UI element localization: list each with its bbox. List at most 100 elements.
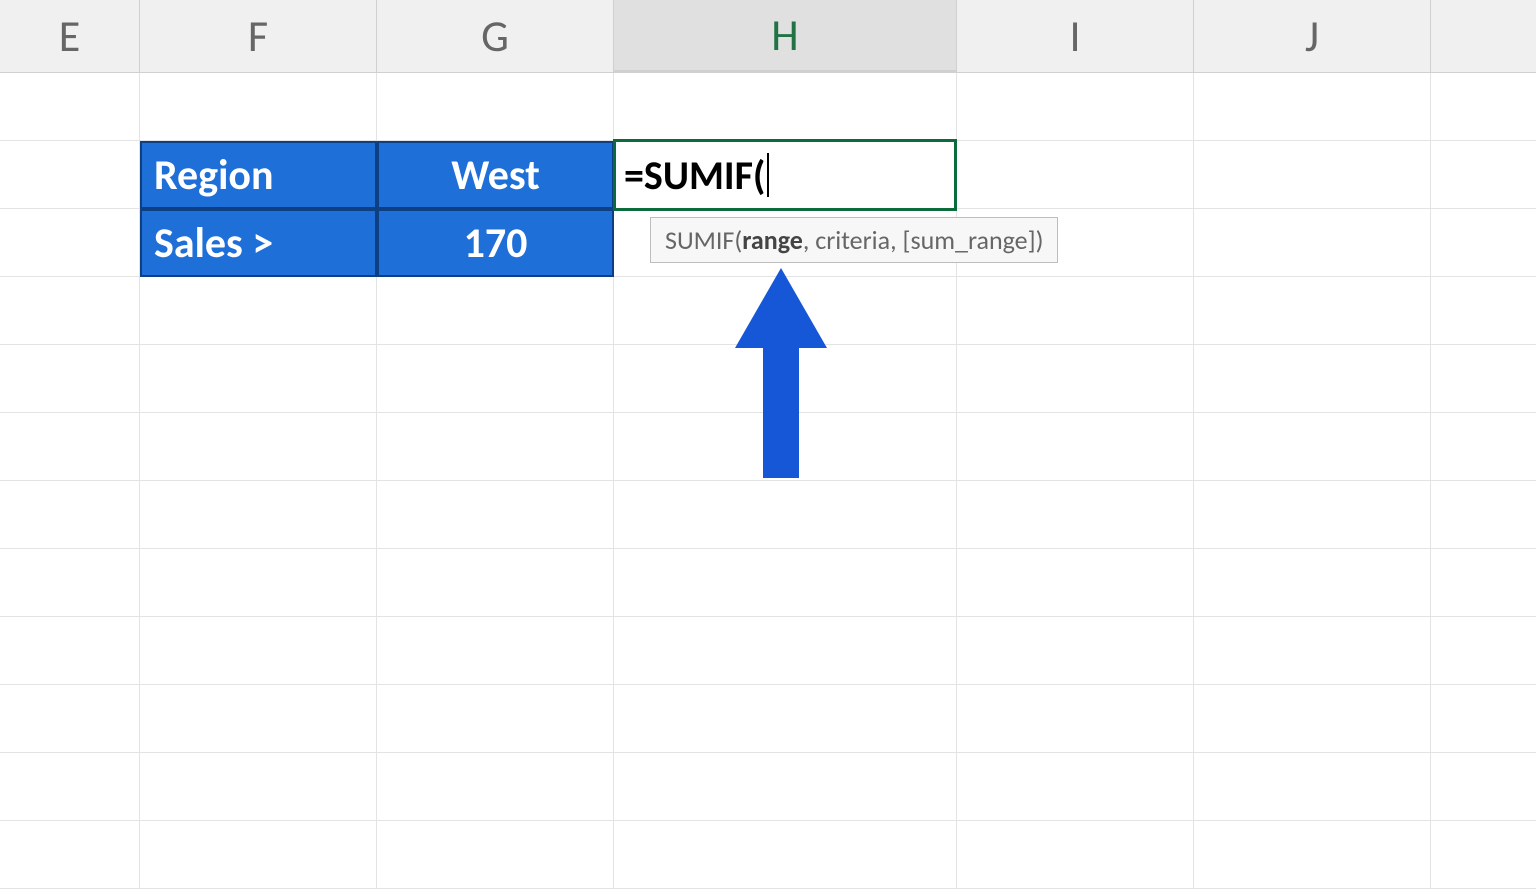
cell-H12[interactable] [614, 821, 957, 889]
cell-E5[interactable] [0, 345, 140, 413]
cell-H11[interactable] [614, 753, 957, 821]
col-header-G[interactable]: G [377, 0, 614, 72]
cell-G7[interactable] [377, 481, 614, 549]
cell-J10[interactable] [1194, 685, 1431, 753]
cell-I9[interactable] [957, 617, 1194, 685]
cell-I10[interactable] [957, 685, 1194, 753]
cell-H7[interactable] [614, 481, 957, 549]
cell-I1[interactable] [957, 73, 1194, 141]
cell-J11[interactable] [1194, 753, 1431, 821]
spreadsheet-grid[interactable]: Region West Sales > 170 =SUMIF( SUMIF(ra… [0, 73, 1536, 864]
cell-E7[interactable] [0, 481, 140, 549]
cell-K5[interactable] [1431, 345, 1536, 413]
cell-H8[interactable] [614, 549, 957, 617]
cell-E12[interactable] [0, 821, 140, 889]
cell-G4[interactable] [377, 277, 614, 345]
label-region: Region [154, 150, 274, 201]
tooltip-current-arg[interactable]: range [742, 224, 803, 256]
cell-I11[interactable] [957, 753, 1194, 821]
cell-F7[interactable] [140, 481, 377, 549]
cell-G11[interactable] [377, 753, 614, 821]
cell-K10[interactable] [1431, 685, 1536, 753]
cell-E2[interactable] [0, 141, 140, 209]
cell-J12[interactable] [1194, 821, 1431, 889]
cell-E3[interactable] [0, 209, 140, 277]
text-caret-icon [767, 153, 769, 197]
cell-E9[interactable] [0, 617, 140, 685]
cell-E1[interactable] [0, 73, 140, 141]
cell-K12[interactable] [1431, 821, 1536, 889]
cell-G9[interactable] [377, 617, 614, 685]
col-header-J[interactable]: J [1194, 0, 1431, 72]
arrow-up-icon [736, 268, 826, 478]
cell-K3[interactable] [1431, 209, 1536, 277]
cell-I12[interactable] [957, 821, 1194, 889]
cell-E4[interactable] [0, 277, 140, 345]
cell-E8[interactable] [0, 549, 140, 617]
cell-J2[interactable] [1194, 141, 1431, 209]
cell-I7[interactable] [957, 481, 1194, 549]
cell-K11[interactable] [1431, 753, 1536, 821]
cell-I5[interactable] [957, 345, 1194, 413]
cell-K7[interactable] [1431, 481, 1536, 549]
cell-G10[interactable] [377, 685, 614, 753]
cell-K8[interactable] [1431, 549, 1536, 617]
cell-J5[interactable] [1194, 345, 1431, 413]
arrow-head-icon [735, 268, 827, 348]
cell-G6[interactable] [377, 413, 614, 481]
col-header-H[interactable]: H [614, 0, 957, 72]
cell-K1[interactable] [1431, 73, 1536, 141]
cell-I2[interactable] [957, 141, 1194, 209]
cell-H1[interactable] [614, 73, 957, 141]
cell-K2[interactable] [1431, 141, 1536, 209]
cell-I8[interactable] [957, 549, 1194, 617]
table-cell-sales-value[interactable]: 170 [377, 209, 614, 277]
cell-F6[interactable] [140, 413, 377, 481]
tooltip-fn: SUMIF [665, 224, 734, 256]
cell-I4[interactable] [957, 277, 1194, 345]
cell-J6[interactable] [1194, 413, 1431, 481]
value-region: West [451, 150, 540, 201]
cell-K4[interactable] [1431, 277, 1536, 345]
cell-J3[interactable] [1194, 209, 1431, 277]
cell-J7[interactable] [1194, 481, 1431, 549]
cell-E10[interactable] [0, 685, 140, 753]
formula-tooltip[interactable]: SUMIF(range, criteria, [sum_range]) [650, 217, 1058, 263]
label-sales: Sales > [154, 218, 273, 269]
arrow-shaft-icon [763, 338, 799, 478]
cell-I6[interactable] [957, 413, 1194, 481]
cell-H9[interactable] [614, 617, 957, 685]
cell-G12[interactable] [377, 821, 614, 889]
value-sales: 170 [464, 218, 528, 269]
table-cell-sales-label[interactable]: Sales > [140, 209, 377, 277]
table-cell-region-value[interactable]: West [377, 141, 614, 209]
cell-E11[interactable] [0, 753, 140, 821]
cell-G8[interactable] [377, 549, 614, 617]
cell-H10[interactable] [614, 685, 957, 753]
cell-G5[interactable] [377, 345, 614, 413]
cell-J8[interactable] [1194, 549, 1431, 617]
cell-J9[interactable] [1194, 617, 1431, 685]
col-header-F[interactable]: F [140, 0, 377, 72]
cell-J1[interactable] [1194, 73, 1431, 141]
cell-E6[interactable] [0, 413, 140, 481]
col-header-I[interactable]: I [957, 0, 1194, 72]
cell-G1[interactable] [377, 73, 614, 141]
cell-F1[interactable] [140, 73, 377, 141]
cell-F4[interactable] [140, 277, 377, 345]
cell-K6[interactable] [1431, 413, 1536, 481]
cell-F10[interactable] [140, 685, 377, 753]
cell-F5[interactable] [140, 345, 377, 413]
column-headers: E F G H I J [0, 0, 1536, 73]
active-cell-H2[interactable]: =SUMIF( [613, 139, 957, 211]
cell-F9[interactable] [140, 617, 377, 685]
table-cell-region-label[interactable]: Region [140, 141, 377, 209]
cell-F8[interactable] [140, 549, 377, 617]
cell-F12[interactable] [140, 821, 377, 889]
cell-F11[interactable] [140, 753, 377, 821]
cell-J4[interactable] [1194, 277, 1431, 345]
cell-K9[interactable] [1431, 617, 1536, 685]
col-header-E[interactable]: E [0, 0, 140, 72]
tooltip-rest: , criteria, [sum_range]) [803, 224, 1044, 256]
formula-text: =SUMIF( [624, 151, 765, 200]
